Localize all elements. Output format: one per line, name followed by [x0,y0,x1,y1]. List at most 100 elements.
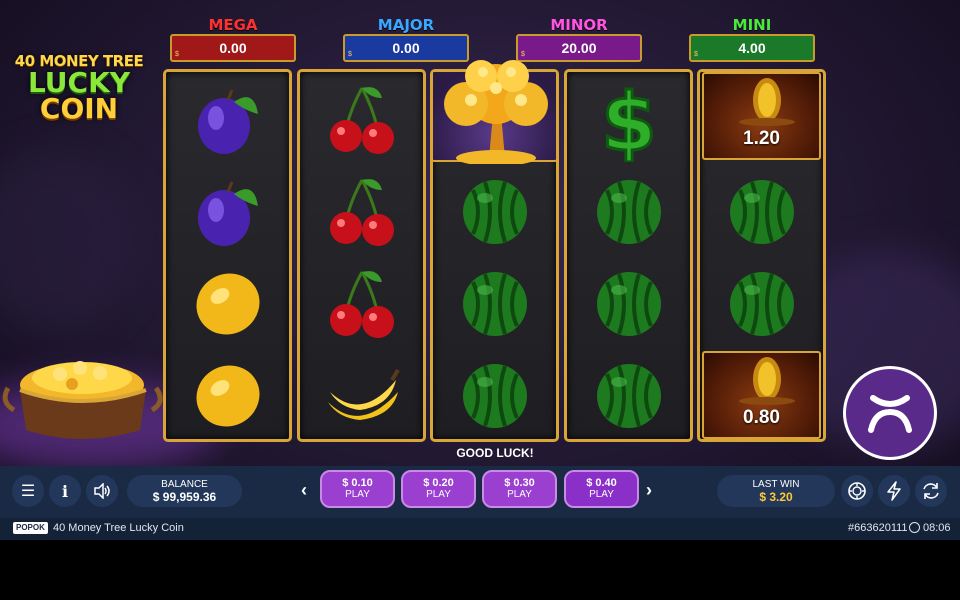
refresh-button[interactable] [915,475,947,507]
cherry-symbol [300,74,423,166]
speaker-icon [94,483,110,499]
svg-text:$: $ [601,78,657,162]
round-id: #663620111 [848,522,908,534]
reel-5: 1.20 0.80 [697,69,826,442]
jackpot-label: MEGA [208,16,258,34]
bet-button-0-10[interactable]: $ 0.10 PLAY [320,470,395,508]
plum-symbol [166,74,289,166]
reel-1 [163,69,292,442]
coin-pot-icon [2,361,163,439]
jackpot-value: 4.00 [738,40,766,56]
watermelon-icon [462,272,527,336]
bet-button-0-40[interactable]: $ 0.40 PLAY [564,470,639,508]
dollar-symbol: $ [567,74,690,166]
last-win-value: $ 3.20 [759,490,793,504]
menu-button[interactable]: ☰ [12,475,44,507]
jackpot-label: MINI [732,16,772,34]
cherry-icon [329,87,394,154]
watermelon-symbol [700,166,823,258]
cherry-symbol [300,258,423,350]
jackpot-label: MINOR [550,16,608,34]
watermelon-icon [462,364,527,428]
bet-play-label: PLAY [589,489,614,500]
reel-4: $ [564,69,693,442]
bet-button-0-20[interactable]: $ 0.20 PLAY [401,470,476,508]
coin-symbol: 1.20 [702,72,821,160]
watermelon-symbol [433,166,556,258]
last-win-display: LAST WIN $ 3.20 [717,475,835,507]
clock-icon [909,522,920,533]
status-message: GOOD LUCK! [456,446,534,460]
game-stage: 40 MONEY TREE LUCKY COIN MEGA $0.00 MAJO… [0,0,960,540]
autoplay-icon [848,482,866,500]
watermelon-symbol [567,350,690,442]
brand-logo-icon [868,395,912,433]
jackpot-mega: MEGA $0.00 [170,16,296,62]
bet-play-label: PLAY [426,489,451,500]
refresh-icon [923,483,939,499]
bet-button-0-30[interactable]: $ 0.30 PLAY [482,470,557,508]
dollar-icon: $ [599,78,658,162]
watermelon-icon [596,180,661,244]
sound-button[interactable] [86,475,118,507]
cherry-icon [329,179,394,246]
lemon-symbol [166,350,289,442]
lemon-icon [195,365,260,427]
plum-symbol [166,166,289,258]
bet-next-button[interactable]: › [646,480,652,501]
game-title: 40 Money Tree Lucky Coin [53,522,184,534]
jackpot-value: 0.00 [219,40,247,56]
chevron-left-icon: ‹ [301,480,307,500]
jackpot-value: 0.00 [392,40,420,56]
bet-amount: $ 0.20 [423,477,454,489]
lemon-icon [195,273,260,335]
bet-play-label: PLAY [345,489,370,500]
banana-symbol [300,350,423,442]
watermelon-icon [462,180,527,244]
lightning-icon [887,481,901,501]
last-win-label: LAST WIN [752,479,800,490]
jackpot-mini: MINI $4.00 [689,16,815,62]
gold-coin-icon [739,357,795,405]
info-icon: i [61,481,69,501]
info-button[interactable]: i [49,475,81,507]
game-logo: 40 MONEY TREE LUCKY COIN [14,52,144,125]
bet-amount: $ 0.10 [342,477,373,489]
watermelon-icon [596,364,661,428]
watermelon-symbol [433,258,556,350]
bet-play-label: PLAY [507,489,532,500]
watermelon-icon [729,272,794,336]
watermelon-symbol [567,258,690,350]
gold-coin-icon [739,78,795,126]
balance-display: BALANCE $ 99,959.36 [127,475,242,507]
plum-icon [197,89,258,154]
plum-icon [197,181,258,246]
watermelon-icon [729,180,794,244]
menu-icon: ☰ [20,483,36,500]
coin-symbol: 0.80 [702,351,821,439]
coin-value: 1.20 [743,128,780,149]
reel-2 [297,69,426,442]
banana-icon [327,368,400,420]
jackpot-label: MAJOR [377,16,435,34]
logo-line-3: COIN [39,92,119,125]
control-bar: ☰ i BALANCE $ 99,959.36 ‹ $ 0.10 PLAY $ … [0,466,960,518]
watermelon-symbol [700,258,823,350]
coin-value: 0.80 [743,407,780,428]
spin-button[interactable] [843,366,937,460]
reel-3 [430,60,559,442]
bet-amount: $ 0.40 [586,477,617,489]
bet-amount: $ 0.30 [504,477,535,489]
provider-logo: POPOK [13,522,48,534]
balance-label: BALANCE [161,479,208,490]
balance-value: $ 99,959.36 [152,490,217,504]
cherry-icon [329,271,394,338]
footer-bar: POPOK 40 Money Tree Lucky Coin #66362011… [0,518,960,540]
bet-prev-button[interactable]: ‹ [301,480,307,501]
watermelon-symbol [433,350,556,442]
money-tree-symbol [431,60,558,164]
watermelon-symbol [567,166,690,258]
autoplay-button[interactable] [841,475,873,507]
turbo-button[interactable] [878,475,910,507]
money-tree-icon [444,60,548,164]
